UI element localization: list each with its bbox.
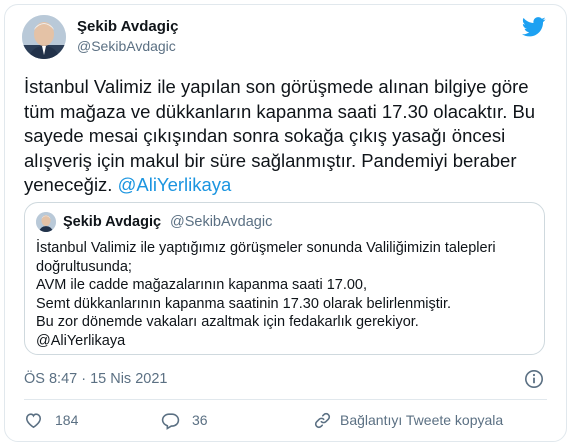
avatar[interactable] [22,15,66,59]
reply-count: 36 [192,412,208,428]
link-icon [314,412,331,428]
tweet-text: İstanbul Valimiz ile yapılan son görüşme… [24,75,554,198]
like-button[interactable]: 184 [24,411,161,430]
twitter-bird-icon[interactable] [522,17,546,37]
quoted-tweet[interactable]: Şekib Avdagiç @SekibAvdagic İstanbul Val… [24,202,545,355]
quoted-text: İstanbul Valimiz ile yaptığımız görüşmel… [36,239,536,351]
info-icon[interactable] [524,369,544,389]
tweet-card: Şekib Avdagiç @SekibAvdagic İstanbul Val… [4,4,567,442]
quoted-line: İstanbul Valimiz ile yaptığımız görüşmel… [36,240,496,256]
comment-icon [161,412,180,430]
quoted-line: Semt dükkanlarının kapanma saatinin 17.3… [36,295,452,312]
copy-link-button[interactable]: Bağlantıyı Tweete kopyala [313,411,503,430]
quoted-author-handle: @SekibAvdagic [170,214,273,230]
divider [24,399,547,400]
quoted-mention: @AliYerlikaya [36,332,126,349]
quoted-author-name: Şekib Avdagiç [63,214,162,230]
mention-link[interactable]: @AliYerlikaya [118,174,232,195]
tweet-body: İstanbul Valimiz ile yapılan son görüşme… [24,76,536,195]
quoted-line: AVM ile cadde mağazalarının kapanma saat… [36,277,368,294]
author-name[interactable]: Şekib Avdagiç [77,18,178,35]
action-bar: 184 36 Bağlantıyı Tweete kopyala [24,408,503,432]
copy-link-label: Bağlantıyı Tweete kopyala [340,412,504,428]
author-handle[interactable]: @SekibAvdagic [77,38,176,54]
quoted-line: Bu zor dönemde vakaları azaltmak için fe… [36,314,419,331]
quoted-line: doğrultusunda; [36,258,132,275]
tweet-timestamp[interactable]: ÖS 8:47 · 15 Nis 2021 [24,371,167,387]
quoted-avatar [36,212,56,232]
reply-button[interactable]: 36 [161,411,313,430]
heart-icon [25,412,42,428]
like-count: 184 [55,412,79,428]
